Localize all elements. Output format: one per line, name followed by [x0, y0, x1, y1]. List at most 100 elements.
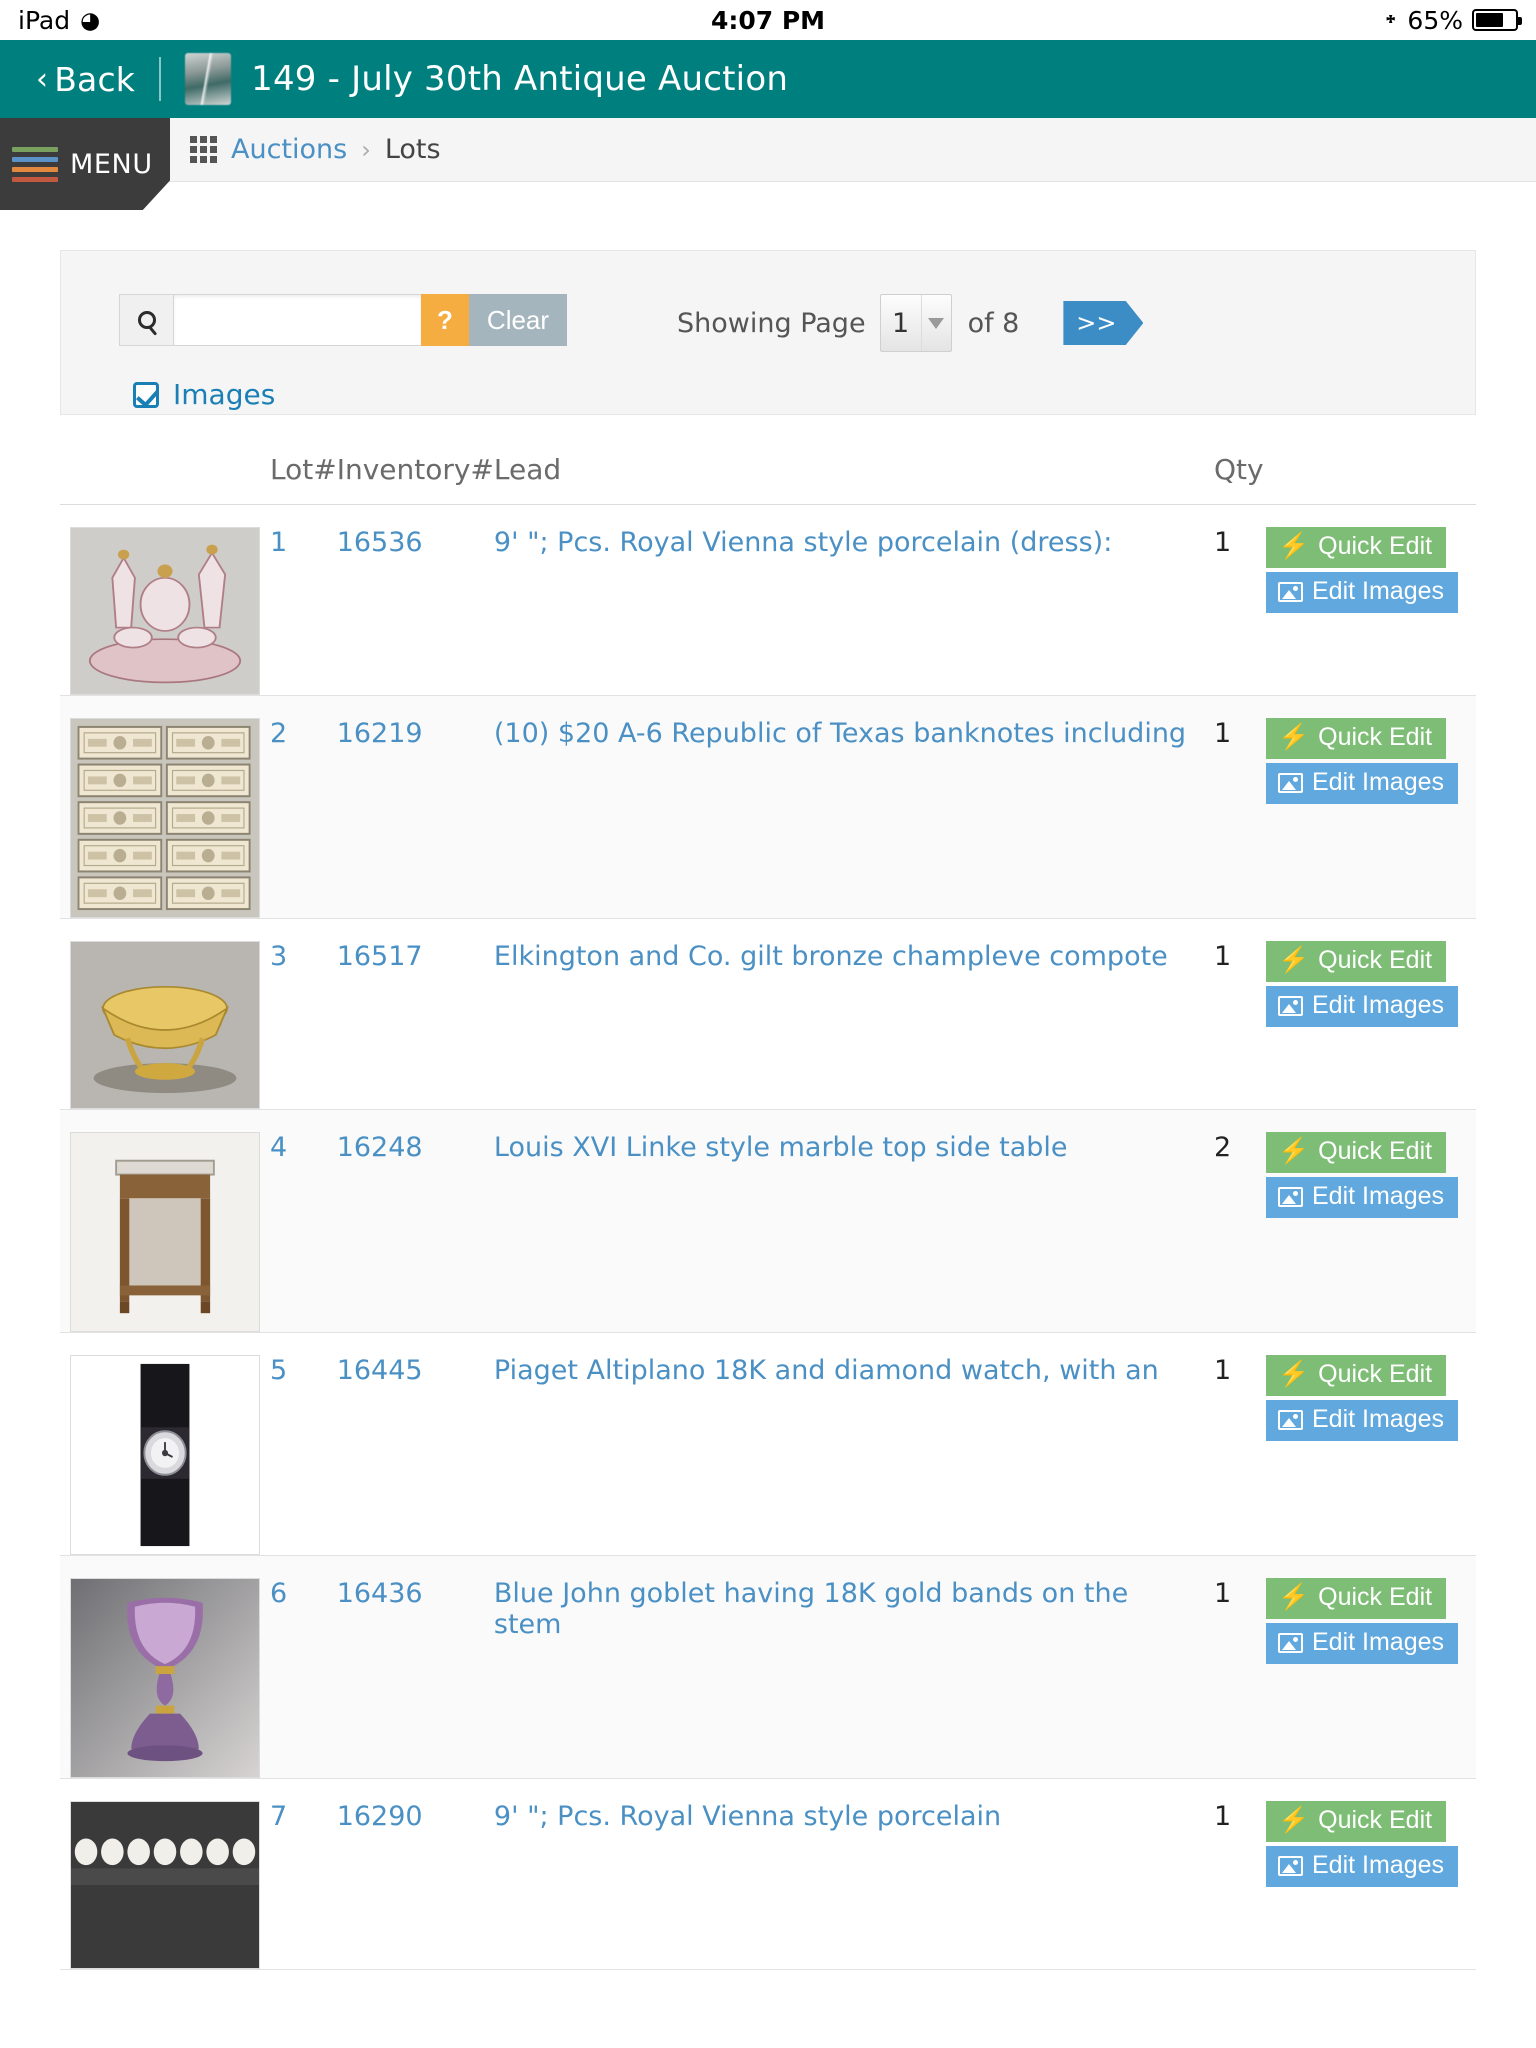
- quick-edit-label: Quick Edit: [1318, 1137, 1433, 1165]
- table-row[interactable]: 3 16517 Elkington and Co. gilt bronze ch…: [60, 918, 1476, 1110]
- lot-number-cell[interactable]: 3: [270, 918, 337, 1110]
- lot-actions-cell: ⚡ Quick Edit Edit Images: [1266, 504, 1476, 696]
- lot-inventory-cell[interactable]: 16248: [336, 1109, 494, 1333]
- quick-edit-label: Quick Edit: [1318, 1806, 1433, 1834]
- edit-images-label: Edit Images: [1312, 1405, 1445, 1433]
- lot-thumbnail-cell[interactable]: [60, 1332, 270, 1556]
- quick-edit-button[interactable]: ⚡ Quick Edit: [1266, 1355, 1447, 1396]
- lot-number-cell[interactable]: 1: [270, 504, 337, 696]
- column-header-actions: [1266, 453, 1476, 505]
- lot-inventory-cell[interactable]: 16290: [336, 1778, 494, 1970]
- quick-edit-label: Quick Edit: [1318, 1360, 1433, 1388]
- lot-inventory-cell[interactable]: 16517: [336, 918, 494, 1110]
- lot-thumbnail-cell[interactable]: [60, 918, 270, 1110]
- lot-lead-cell[interactable]: 9' "; Pcs. Royal Vienna style porcelain …: [493, 504, 1214, 696]
- column-header-lot: Lot#: [270, 453, 337, 505]
- lot-inventory-cell[interactable]: 16536: [336, 504, 494, 696]
- bolt-icon: ⚡: [1278, 1137, 1310, 1165]
- table-row[interactable]: 6 16436 Blue John goblet having 18K gold…: [60, 1555, 1476, 1779]
- lot-qty-cell: 1: [1214, 1332, 1266, 1556]
- lot-thumbnail-cell[interactable]: [60, 504, 270, 696]
- lot-actions-cell: ⚡ Quick Edit Edit Images: [1266, 918, 1476, 1110]
- lot-thumbnail-royal-vienna-porcelain-dresser-set[interactable]: [70, 527, 260, 695]
- quick-edit-button[interactable]: ⚡ Quick Edit: [1266, 1801, 1447, 1842]
- chevron-left-icon: ‹: [36, 61, 49, 97]
- lot-qty-cell: 1: [1214, 1555, 1266, 1779]
- edit-images-button[interactable]: Edit Images: [1266, 1846, 1459, 1887]
- lot-number-cell[interactable]: 2: [270, 695, 337, 919]
- edit-images-button[interactable]: Edit Images: [1266, 986, 1459, 1027]
- lot-actions-cell: ⚡ Quick Edit Edit Images: [1266, 1332, 1476, 1556]
- table-row[interactable]: 1 16536 9' "; Pcs. Royal Vienna style po…: [60, 504, 1476, 696]
- edit-images-button[interactable]: Edit Images: [1266, 763, 1459, 804]
- quick-edit-button[interactable]: ⚡ Quick Edit: [1266, 941, 1447, 982]
- lot-thumbnail-piaget-wristwatch[interactable]: [70, 1355, 260, 1555]
- table-row[interactable]: 4 16248 Louis XVI Linke style marble top…: [60, 1109, 1476, 1333]
- lot-inventory-cell[interactable]: 16436: [336, 1555, 494, 1779]
- battery-percent-label: 65%: [1407, 5, 1463, 35]
- lot-lead-cell[interactable]: Louis XVI Linke style marble top side ta…: [493, 1109, 1214, 1333]
- edit-images-button[interactable]: Edit Images: [1266, 1623, 1459, 1664]
- lot-inventory-cell[interactable]: 16445: [336, 1332, 494, 1556]
- breadcrumb-separator-icon: ›: [361, 135, 371, 164]
- lot-lead-cell[interactable]: Blue John goblet having 18K gold bands o…: [493, 1555, 1214, 1779]
- lot-lead-cell[interactable]: Elkington and Co. gilt bronze champleve …: [493, 918, 1214, 1110]
- images-filter-row[interactable]: Images: [119, 378, 1417, 411]
- lot-actions-cell: ⚡ Quick Edit Edit Images: [1266, 695, 1476, 919]
- edit-images-button[interactable]: Edit Images: [1266, 572, 1459, 613]
- lot-thumbnail-texas-banknotes-grid[interactable]: [70, 718, 260, 918]
- back-button[interactable]: ‹ Back: [36, 60, 135, 99]
- page-number-select[interactable]: 1: [879, 294, 952, 352]
- breadcrumb-item-auctions[interactable]: Auctions: [231, 134, 347, 165]
- table-row[interactable]: 7 16290 9' "; Pcs. Royal Vienna style po…: [60, 1778, 1476, 1970]
- lot-lead-cell[interactable]: 9' "; Pcs. Royal Vienna style porcelain: [493, 1778, 1214, 1970]
- lot-number-cell[interactable]: 7: [270, 1778, 337, 1970]
- lot-thumbnail-cell[interactable]: [60, 1778, 270, 1970]
- image-icon: [1278, 1186, 1303, 1207]
- images-checkbox[interactable]: [133, 381, 159, 408]
- table-row[interactable]: 5 16445 Piaget Altiplano 18K and diamond…: [60, 1332, 1476, 1556]
- edit-images-label: Edit Images: [1312, 1628, 1445, 1656]
- chevron-down-icon: [920, 295, 951, 351]
- lot-number-cell[interactable]: 5: [270, 1332, 337, 1556]
- bolt-icon: ⚡: [1278, 1806, 1310, 1834]
- lot-lead-cell[interactable]: Piaget Altiplano 18K and diamond watch, …: [493, 1332, 1214, 1556]
- table-row[interactable]: 2 16219 (10) $20 A-6 Republic of Texas b…: [60, 695, 1476, 919]
- lot-thumbnail-marble-top-side-table[interactable]: [70, 1132, 260, 1332]
- lot-lead-cell[interactable]: (10) $20 A-6 Republic of Texas banknotes…: [493, 695, 1214, 919]
- lot-thumbnail-gilt-bronze-compote[interactable]: [70, 941, 260, 1109]
- total-pages-label: of 8: [967, 307, 1020, 339]
- clear-button[interactable]: Clear: [469, 294, 567, 346]
- lot-number-cell[interactable]: 6: [270, 1555, 337, 1779]
- lot-thumbnail-cell[interactable]: [60, 1555, 270, 1779]
- page-title: 149 - July 30th Antique Auction: [251, 59, 789, 99]
- lot-thumbnail-porcelain-cups-row[interactable]: [70, 1801, 260, 1969]
- lots-table: Lot# Inventory# Lead Qty 1 16536 9' "; P…: [60, 453, 1476, 1970]
- page-content: ? Clear Showing Page 1 of 8 >> Images Lo…: [0, 250, 1536, 1970]
- row-action-buttons: ⚡ Quick Edit Edit Images: [1266, 718, 1476, 804]
- edit-images-button[interactable]: Edit Images: [1266, 1400, 1459, 1441]
- column-header-thumbnail: [60, 453, 270, 505]
- quick-edit-button[interactable]: ⚡ Quick Edit: [1266, 1132, 1447, 1173]
- toolbar-controls-row: ? Clear Showing Page 1 of 8 >>: [119, 294, 1417, 352]
- edit-images-button[interactable]: Edit Images: [1266, 1177, 1459, 1218]
- quick-edit-label: Quick Edit: [1318, 532, 1433, 560]
- search-icon: [119, 294, 174, 346]
- back-button-label: Back: [54, 59, 136, 99]
- image-icon: [1278, 1632, 1303, 1653]
- quick-edit-button[interactable]: ⚡ Quick Edit: [1266, 527, 1447, 568]
- images-checkbox-label: Images: [173, 378, 276, 411]
- quick-edit-button[interactable]: ⚡ Quick Edit: [1266, 718, 1447, 759]
- quick-edit-button[interactable]: ⚡ Quick Edit: [1266, 1578, 1447, 1619]
- search-input[interactable]: [174, 294, 421, 346]
- lot-inventory-cell[interactable]: 16219: [336, 695, 494, 919]
- menu-button[interactable]: MENU: [0, 118, 170, 210]
- showing-page-label: Showing Page: [677, 307, 866, 339]
- lot-thumbnail-cell[interactable]: [60, 695, 270, 919]
- lot-thumbnail-cell[interactable]: [60, 1109, 270, 1333]
- help-button[interactable]: ?: [421, 294, 469, 346]
- next-page-button[interactable]: >>: [1063, 301, 1144, 345]
- lot-thumbnail-blue-john-goblet[interactable]: [70, 1578, 260, 1778]
- lot-number-cell[interactable]: 4: [270, 1109, 337, 1333]
- grid-apps-icon[interactable]: [190, 136, 217, 163]
